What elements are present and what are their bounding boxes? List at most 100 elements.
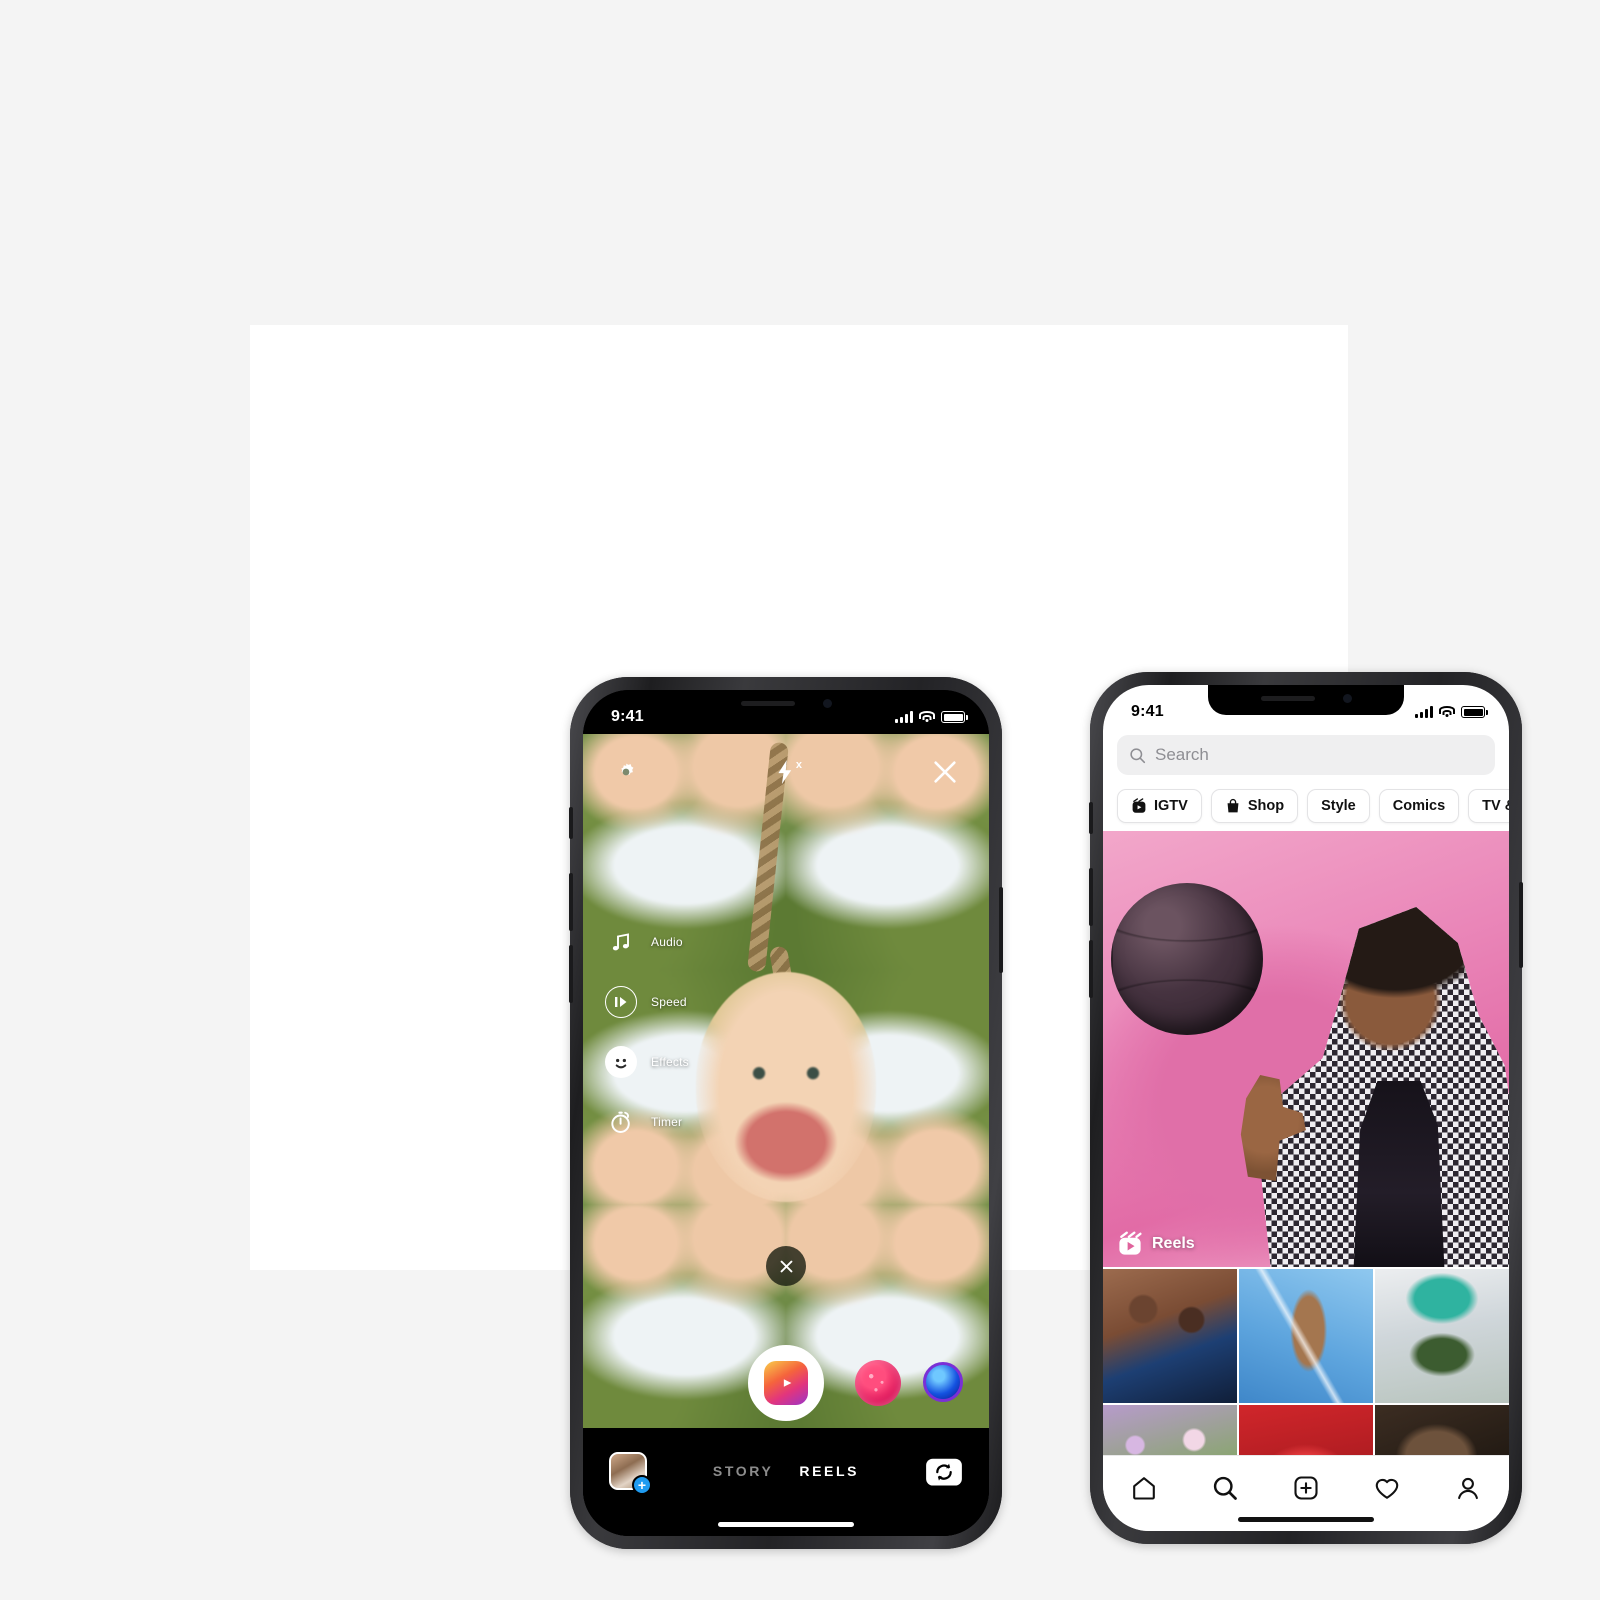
chip-style[interactable]: Style <box>1307 789 1370 823</box>
cellular-bars-icon <box>895 711 913 723</box>
grid-cell-4[interactable] <box>1103 1405 1237 1455</box>
gallery-thumbnail-button[interactable]: + <box>609 1452 652 1495</box>
explore-feed[interactable]: Reels <box>1103 831 1509 1455</box>
mode-tab-story[interactable]: STORY <box>713 1463 773 1479</box>
close-icon <box>934 761 956 783</box>
close-icon <box>780 1260 792 1272</box>
phone-notch <box>1208 685 1404 715</box>
search-input[interactable]: Search <box>1117 735 1495 775</box>
add-media-badge: + <box>632 1475 652 1495</box>
chip-label: TV & Movie <box>1482 798 1509 814</box>
flip-camera-icon <box>926 1458 962 1486</box>
explore-grid <box>1103 1269 1509 1455</box>
screenshot-canvas: 9:41 x Audio Speed Effects Timer + STORY… <box>0 0 1600 1600</box>
tab-create[interactable] <box>1284 1470 1328 1506</box>
igtv-icon <box>1132 798 1146 813</box>
center-face <box>696 972 876 1202</box>
phone-right-screen: 9:41 Search IGTV Shop Style Comics TV Re… <box>1103 685 1509 1531</box>
smiley-face-icon <box>605 1046 637 1078</box>
plus-square-icon <box>1294 1476 1318 1500</box>
category-chip-row[interactable]: IGTV Shop Style Comics TV <box>1103 785 1509 829</box>
status-time: 9:41 <box>611 708 644 725</box>
side-menu-item-speed[interactable]: Speed <box>605 986 689 1018</box>
battery-icon <box>941 711 968 723</box>
wifi-icon <box>1439 706 1455 718</box>
reels-clapper-icon <box>1119 1231 1142 1255</box>
grid-cell-2[interactable] <box>1239 1269 1373 1403</box>
reels-clapper-icon <box>764 1361 808 1405</box>
home-icon <box>1132 1477 1155 1500</box>
side-menu-label-effects: Effects <box>651 1055 689 1069</box>
side-menu-item-effects[interactable]: Effects <box>605 1046 689 1078</box>
music-note-icon <box>605 926 637 958</box>
basketball <box>1111 883 1263 1035</box>
earpiece-speaker <box>1260 695 1315 701</box>
grid-cell-3[interactable] <box>1375 1269 1509 1403</box>
side-menu-item-audio[interactable]: Audio <box>605 926 689 958</box>
camera-bottom-bar: + STORY REELS <box>583 1428 989 1536</box>
status-indicators <box>895 711 968 723</box>
side-menu-label-timer: Timer <box>651 1115 683 1129</box>
side-menu-label-audio: Audio <box>651 935 683 949</box>
record-button[interactable] <box>748 1345 824 1421</box>
featured-reel-card[interactable]: Reels <box>1103 831 1509 1267</box>
phone-volume-down-button <box>569 945 573 1003</box>
shopping-bag-icon <box>1227 798 1239 813</box>
speed-icon <box>605 986 637 1018</box>
mode-tab-reels[interactable]: REELS <box>799 1463 859 1479</box>
front-camera-icon <box>1342 693 1352 703</box>
phone-power-button <box>1519 882 1523 968</box>
chip-igtv[interactable]: IGTV <box>1117 789 1202 823</box>
status-time: 9:41 <box>1131 703 1164 720</box>
cellular-bars-icon <box>1415 706 1433 718</box>
gear-icon <box>621 763 634 776</box>
phone-left-reels-camera: 9:41 x Audio Speed Effects Timer + STORY… <box>569 677 1003 1549</box>
heart-icon <box>1375 1478 1399 1499</box>
flip-camera-button[interactable] <box>925 1454 963 1488</box>
chip-comics[interactable]: Comics <box>1378 789 1460 823</box>
reels-camera-screen: 9:41 x Audio Speed Effects Timer + STORY… <box>583 690 989 1536</box>
settings-button[interactable] <box>613 759 639 785</box>
grid-cell-5[interactable] <box>1239 1405 1373 1455</box>
reels-badge: Reels <box>1117 1231 1195 1257</box>
grid-cell-1[interactable] <box>1103 1269 1237 1403</box>
chip-label: Comics <box>1392 798 1446 814</box>
tab-activity[interactable] <box>1365 1470 1409 1506</box>
person-icon <box>1458 1477 1479 1500</box>
close-camera-button[interactable] <box>931 758 959 786</box>
phone-mute-switch <box>1089 802 1093 834</box>
camera-top-controls: x <box>583 742 989 802</box>
tab-home[interactable] <box>1122 1470 1166 1506</box>
camera-side-menu: Audio Speed Effects Timer <box>605 926 689 1138</box>
search-placeholder: Search <box>1155 745 1209 764</box>
phone-volume-up-button <box>569 873 573 931</box>
chip-label: Shop <box>1247 798 1285 814</box>
phone-mute-switch <box>569 807 573 839</box>
content-card: 9:41 x Audio Speed Effects Timer + STORY… <box>250 325 1523 1549</box>
effect-thumb-bubble[interactable] <box>923 1362 963 1402</box>
side-menu-item-timer[interactable]: Timer <box>605 1106 689 1138</box>
wifi-icon <box>919 711 935 723</box>
explore-screen: 9:41 Search IGTV Shop Style Comics TV Re… <box>1103 685 1509 1531</box>
status-indicators <box>1415 706 1488 718</box>
front-camera-icon <box>822 698 832 708</box>
chip-tv-and-movies[interactable]: TV & Movie <box>1468 789 1509 823</box>
earpiece-speaker <box>740 700 795 706</box>
phone-power-button <box>999 887 1003 973</box>
search-icon <box>1130 747 1146 763</box>
home-indicator <box>1238 1517 1374 1522</box>
tab-search[interactable] <box>1203 1470 1247 1506</box>
search-icon <box>1213 1476 1237 1500</box>
tab-profile[interactable] <box>1446 1470 1490 1506</box>
home-indicator <box>718 1522 854 1527</box>
effect-thumb-hearts[interactable] <box>855 1360 901 1406</box>
clear-effect-button[interactable] <box>766 1246 806 1286</box>
phone-left-screen: 9:41 x Audio Speed Effects Timer + STORY… <box>583 690 989 1536</box>
grid-cell-6[interactable] <box>1375 1405 1509 1455</box>
phone-volume-up-button <box>1089 868 1093 926</box>
chip-shop[interactable]: Shop <box>1210 789 1299 823</box>
side-menu-label-speed: Speed <box>651 995 687 1009</box>
phone-volume-down-button <box>1089 940 1093 998</box>
phone-notch <box>688 690 884 720</box>
flash-button[interactable]: x <box>774 759 802 785</box>
